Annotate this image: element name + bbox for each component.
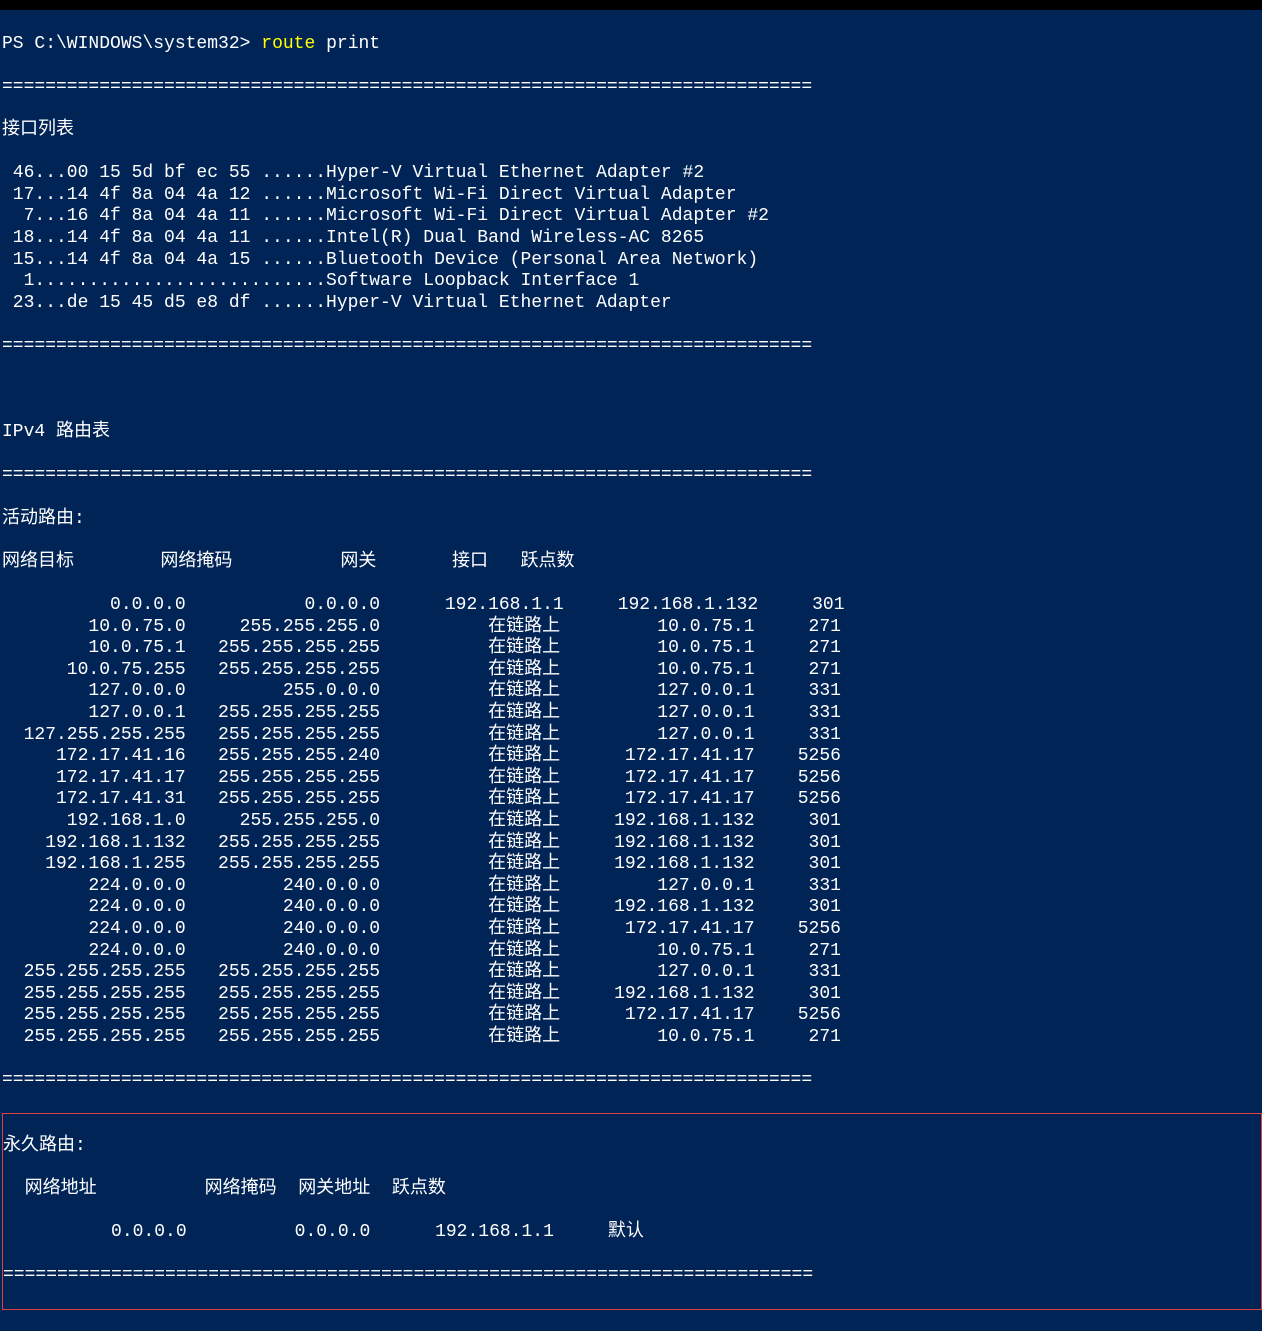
ipv4-header: IPv4 路由表 [2, 422, 1262, 444]
divider: ========================================… [2, 77, 1262, 99]
interface-row: 7...16 4f 8a 04 4a 11 ......Microsoft Wi… [2, 206, 1262, 228]
route-row: 10.0.75.0 255.255.255.0 在链路上 10.0.75.1 2… [2, 617, 1262, 639]
route-row: 172.17.41.16 255.255.255.240 在链路上 172.17… [2, 746, 1262, 768]
route-row: 10.0.75.1 255.255.255.255 在链路上 10.0.75.1… [2, 638, 1262, 660]
interface-row: 1...........................Software Loo… [2, 271, 1262, 293]
route-row: 224.0.0.0 240.0.0.0 在链路上 127.0.0.1 331 [2, 876, 1262, 898]
interface-list: 46...00 15 5d bf ec 55 ......Hyper-V Vir… [2, 163, 1262, 314]
route-row: 224.0.0.0 240.0.0.0 在链路上 172.17.41.17 52… [2, 919, 1262, 941]
route-row: 224.0.0.0 240.0.0.0 在链路上 192.168.1.132 3… [2, 897, 1262, 919]
persistent-routes-box: 永久路由: 网络地址 网络掩码 网关地址 跃点数 0.0.0.0 0.0.0.0… [2, 1113, 1262, 1309]
terminal-output[interactable]: PS C:\WINDOWS\system32> route print ====… [0, 10, 1262, 1331]
title-bar [0, 0, 1262, 10]
route-row: 192.168.1.132 255.255.255.255 在链路上 192.1… [2, 833, 1262, 855]
route-row: 192.168.1.255 255.255.255.255 在链路上 192.1… [2, 854, 1262, 876]
command-arg: print [326, 34, 380, 54]
route-row: 255.255.255.255 255.255.255.255 在链路上 127… [2, 962, 1262, 984]
prompt-line: PS C:\WINDOWS\system32> route print [2, 34, 1262, 56]
route-row: 255.255.255.255 255.255.255.255 在链路上 172… [2, 1005, 1262, 1027]
route-row: 127.0.0.0 255.0.0.0 在链路上 127.0.0.1 331 [2, 681, 1262, 703]
prompt-path: PS C:\WINDOWS\system32> [2, 34, 250, 54]
divider: ========================================… [3, 1265, 1261, 1287]
route-row: 0.0.0.0 0.0.0.0 192.168.1.1 192.168.1.13… [2, 595, 1262, 617]
interface-row: 23...de 15 45 d5 e8 df ......Hyper-V Vir… [2, 293, 1262, 315]
blank-line [2, 379, 1262, 401]
interface-row: 17...14 4f 8a 04 4a 12 ......Microsoft W… [2, 185, 1262, 207]
command-name: route [261, 34, 315, 54]
interface-row: 46...00 15 5d bf ec 55 ......Hyper-V Vir… [2, 163, 1262, 185]
route-row: 172.17.41.31 255.255.255.255 在链路上 172.17… [2, 789, 1262, 811]
route-row: 127.0.0.1 255.255.255.255 在链路上 127.0.0.1… [2, 703, 1262, 725]
route-row: 127.255.255.255 255.255.255.255 在链路上 127… [2, 725, 1262, 747]
interface-row: 15...14 4f 8a 04 4a 15 ......Bluetooth D… [2, 250, 1262, 272]
persistent-route-table: 0.0.0.0 0.0.0.0 192.168.1.1 默认 [3, 1222, 1261, 1244]
persistent-routes-label: 永久路由: [3, 1136, 1261, 1158]
route-row: 255.255.255.255 255.255.255.255 在链路上 192… [2, 984, 1262, 1006]
route-row: 192.168.1.0 255.255.255.0 在链路上 192.168.1… [2, 811, 1262, 833]
route-row: 255.255.255.255 255.255.255.255 在链路上 10.… [2, 1027, 1262, 1049]
route-row: 172.17.41.17 255.255.255.255 在链路上 172.17… [2, 768, 1262, 790]
interface-list-header: 接口列表 [2, 120, 1262, 142]
route-column-headers: 网络目标 网络掩码 网关 接口 跃点数 [2, 552, 1262, 574]
persistent-route-row: 0.0.0.0 0.0.0.0 192.168.1.1 默认 [3, 1222, 1261, 1244]
divider: ========================================… [2, 465, 1262, 487]
divider: ========================================… [2, 336, 1262, 358]
interface-row: 18...14 4f 8a 04 4a 11 ......Intel(R) Du… [2, 228, 1262, 250]
divider: ========================================… [2, 1070, 1262, 1092]
persistent-column-headers: 网络地址 网络掩码 网关地址 跃点数 [3, 1179, 1261, 1201]
route-row: 224.0.0.0 240.0.0.0 在链路上 10.0.75.1 271 [2, 941, 1262, 963]
active-routes-label: 活动路由: [2, 509, 1262, 531]
route-table: 0.0.0.0 0.0.0.0 192.168.1.1 192.168.1.13… [2, 595, 1262, 1048]
route-row: 10.0.75.255 255.255.255.255 在链路上 10.0.75… [2, 660, 1262, 682]
